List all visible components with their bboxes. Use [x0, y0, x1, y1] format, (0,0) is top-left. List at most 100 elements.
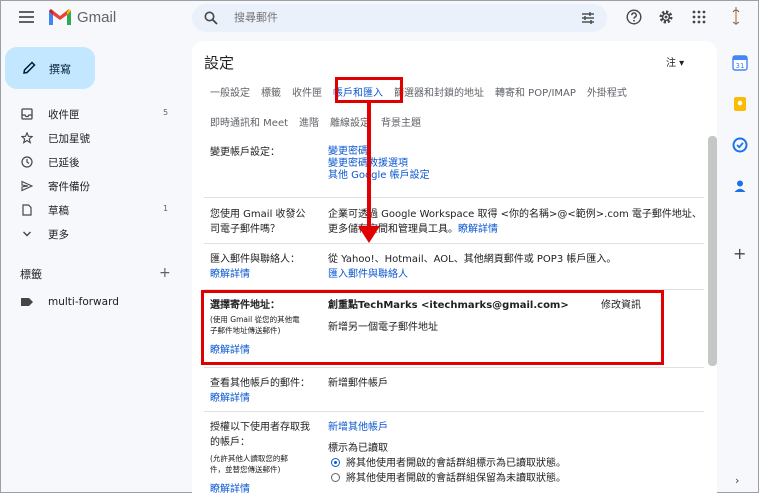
mark-read-heading: 標示為已讀取	[328, 443, 388, 454]
app-name: Gmail	[77, 8, 117, 26]
main-menu-icon[interactable]	[19, 11, 34, 23]
tab-inbox[interactable]: 收件匣	[292, 84, 322, 99]
learn-more-link[interactable]: 瞭解詳情	[210, 391, 310, 406]
inbox-icon	[21, 108, 33, 120]
sidebar-item-snoozed[interactable]: 已延後	[1, 150, 183, 174]
add-another-account-link[interactable]: 新增其他帳戶	[328, 420, 566, 435]
label-tag-icon	[21, 298, 33, 306]
workspace-text: 更多儲存空間和管理員工具。	[328, 224, 458, 235]
row-label-line: 您使用 Gmail 收發公	[210, 209, 306, 220]
labels-heading: 標籤	[20, 268, 42, 281]
settings-tabs-row-1: 一般設定 標籤 收件匣 帳戶和匯入 篩選器和封鎖的地址 轉寄和 POP/IMAP…	[210, 84, 638, 99]
gmail-m-icon	[49, 9, 71, 25]
unread-count: 5	[163, 108, 169, 117]
tab-chat-and-meet[interactable]: 即時通訊和 Meet	[210, 114, 288, 129]
input-tools-button[interactable]: 注 ▾	[666, 54, 684, 69]
calendar-icon[interactable]: 31	[732, 55, 748, 71]
radio-unselected-icon[interactable]	[331, 473, 340, 482]
page-title: 設定	[204, 54, 235, 72]
search-bar[interactable]	[192, 4, 607, 32]
tab-themes[interactable]: 背景主題	[381, 114, 421, 129]
sidebar-item-label: 更多	[48, 229, 69, 241]
row-label-line: 授權以下使用者存取我	[210, 422, 310, 433]
sidebar-item-label: 收件匣	[48, 109, 80, 121]
keep-icon[interactable]	[732, 96, 748, 112]
sidebar-item-sent[interactable]: 寄件備份	[1, 174, 183, 198]
row-label-line: 查看其他帳戶的郵件：	[210, 378, 310, 389]
row-label-line: 司電子郵件嗎？	[210, 224, 280, 235]
row-label: 變更帳戶設定：	[210, 147, 280, 158]
change-recovery-link[interactable]: 變更密碼救援選項	[328, 158, 430, 170]
tab-general[interactable]: 一般設定	[210, 84, 250, 99]
show-side-panel-icon[interactable]: ›	[735, 474, 739, 487]
row-value: 企業可透過 Google Workspace 取得 <你的名稱>@<範例>.co…	[328, 207, 702, 237]
learn-more-link[interactable]: 瞭解詳情	[210, 482, 250, 493]
top-bar: Gmail	[1, 1, 758, 35]
sidebar-item-drafts[interactable]: 草稿 1	[1, 198, 183, 222]
add-label-button[interactable]: +	[159, 265, 171, 281]
change-password-link[interactable]: 變更密碼	[328, 146, 430, 158]
row-label: 匯入郵件與聯絡人： 瞭解詳情	[210, 252, 300, 282]
sidebar-item-label: 已延後	[48, 157, 80, 169]
row-label-line: 匯入郵件與聯絡人：	[210, 254, 300, 265]
chevron-down-icon	[23, 231, 31, 237]
compose-button[interactable]: 撰寫	[5, 47, 95, 89]
other-google-settings-link[interactable]: 其他 Google 帳戶設定	[328, 170, 430, 182]
workspace-text: 企業可透過 Google Workspace 取得 <你的名稱>@<範例>.co…	[328, 209, 702, 220]
settings-panel: 設定 注 ▾ 一般設定 標籤 收件匣 帳戶和匯入 篩選器和封鎖的地址 轉寄和 P…	[192, 41, 717, 493]
tab-add-ons[interactable]: 外掛程式	[587, 84, 627, 99]
sidebar-item-label: 寄件備份	[48, 181, 90, 193]
star-icon	[21, 132, 33, 144]
radio-selected-icon[interactable]	[331, 458, 340, 467]
learn-more-link[interactable]: 瞭解詳情	[210, 267, 300, 282]
clock-icon	[21, 156, 33, 168]
sidebar-item-more[interactable]: 更多	[1, 222, 183, 246]
row-sublabel-line: 件，並替您傳送郵件)	[210, 465, 281, 474]
annotation-arrow-shaft	[367, 100, 371, 228]
row-grant-access: 授權以下使用者存取我 的帳戶： (允許其他人讀取您的郵 件，並替您傳送郵件) 瞭…	[204, 411, 704, 493]
tab-filters[interactable]: 篩選器和封鎖的地址	[394, 84, 484, 99]
tab-offline[interactable]: 離線設定	[330, 114, 370, 129]
row-label: 查看其他帳戶的郵件： 瞭解詳情	[210, 376, 310, 406]
highlight-box-send-as	[201, 290, 664, 365]
row-workspace: 您使用 Gmail 收發公 司電子郵件嗎？ 企業可透過 Google Works…	[204, 197, 704, 243]
help-icon[interactable]	[626, 9, 642, 25]
sidebar-item-label: 草稿	[48, 205, 69, 217]
send-icon	[21, 180, 33, 192]
compose-label: 撰寫	[49, 63, 71, 76]
sidebar-item-starred[interactable]: 已加星號	[1, 126, 183, 150]
draft-count: 1	[163, 204, 169, 213]
tab-labels[interactable]: 標籤	[261, 84, 281, 99]
tab-forwarding-pop-imap[interactable]: 轉寄和 POP/IMAP	[495, 84, 576, 99]
sidebar-item-inbox[interactable]: 收件匣 5	[1, 102, 183, 126]
row-sublabel-line: (允許其他人讀取您的郵	[210, 454, 288, 463]
tasks-icon[interactable]	[732, 137, 748, 153]
row-label-line: 的帳戶：	[210, 437, 250, 448]
search-input[interactable]	[234, 11, 534, 24]
row-check-mail: 查看其他帳戶的郵件： 瞭解詳情 新增郵件帳戶	[204, 367, 704, 411]
row-value: 新增其他帳戶 標示為已讀取 將其他使用者開啟的會話群組標示為已讀取狀態。 將其他…	[328, 420, 566, 486]
import-mail-contacts-link[interactable]: 匯入郵件與聯絡人	[328, 267, 616, 282]
settings-gear-icon[interactable]	[658, 9, 674, 25]
main-scrollbar[interactable]	[708, 136, 717, 366]
learn-more-link[interactable]: 瞭解詳情	[458, 224, 498, 235]
draft-icon	[22, 204, 32, 216]
gmail-logo[interactable]: Gmail	[48, 8, 116, 26]
search-icon[interactable]	[204, 11, 218, 25]
contacts-icon[interactable]	[732, 178, 748, 194]
mark-read-option-1[interactable]: 將其他使用者開啟的會話群組標示為已讀取狀態。	[331, 456, 566, 471]
row-sublabel: (允許其他人讀取您的郵 件，並替您傳送郵件)	[210, 453, 288, 475]
mark-read-option-2[interactable]: 將其他使用者開啟的會話群組保留為未讀取狀態。	[331, 471, 566, 486]
add-mail-account-link[interactable]: 新增郵件帳戶	[328, 376, 388, 391]
account-avatar-icon[interactable]	[727, 6, 745, 26]
search-options-icon[interactable]	[581, 11, 595, 25]
annotation-arrow-head	[358, 226, 380, 243]
tab-advanced[interactable]: 進階	[299, 114, 319, 129]
settings-tabs-row-2: 即時通訊和 Meet 進階 離線設定 背景主題	[210, 114, 432, 129]
svg-text:31: 31	[736, 62, 745, 70]
row-label: 您使用 Gmail 收發公 司電子郵件嗎？	[210, 207, 306, 237]
row-label: 授權以下使用者存取我 的帳戶：	[210, 420, 310, 450]
apps-grid-icon[interactable]	[691, 9, 707, 25]
get-addons-icon[interactable]: +	[733, 244, 746, 263]
sidebar-item-label: 已加星號	[48, 133, 90, 145]
